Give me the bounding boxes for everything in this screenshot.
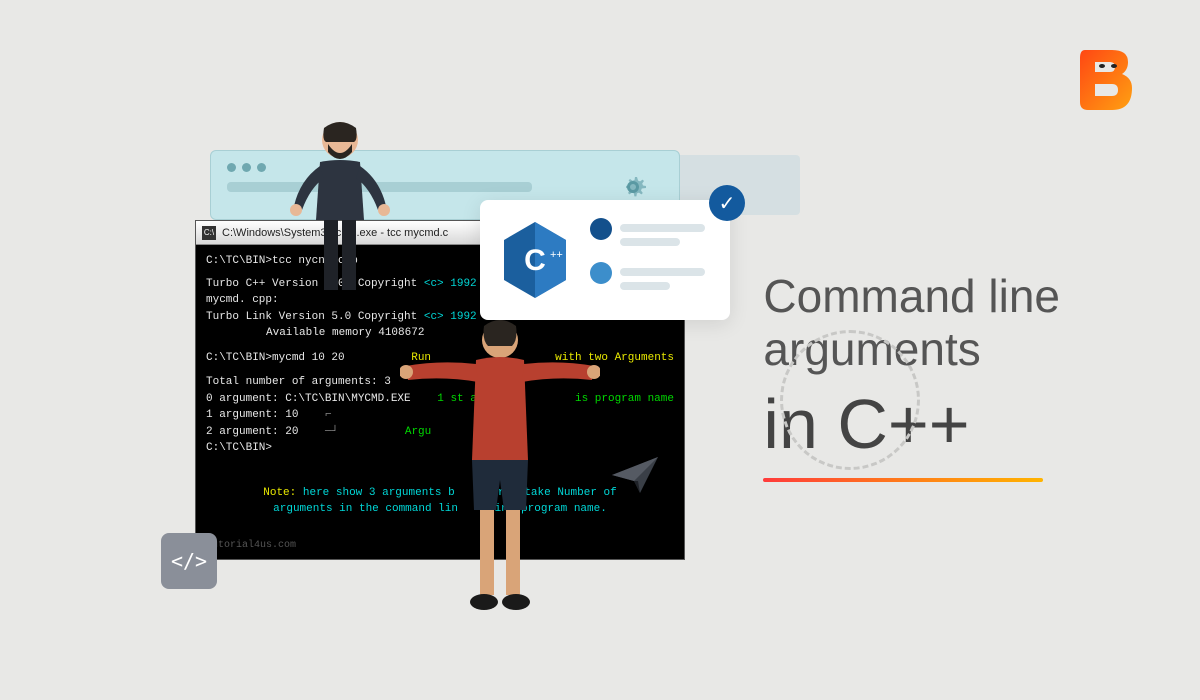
watermark: Tutorial4us.com [206,538,296,553]
term-line: mycmd. cpp: [206,294,279,306]
person-illustration-2 [400,310,600,630]
card-dot [590,262,612,284]
card-line [620,268,705,276]
card-line [620,238,680,246]
decorative-circle [780,330,920,470]
cpp-card: C ++ ✓ [480,200,730,320]
card-dot [590,218,612,240]
paper-plane-icon [610,455,660,495]
code-badge-icon: </> [161,533,217,589]
check-glyph: ✓ [719,191,736,216]
gear-icon [617,171,649,203]
term-note-label: Note: [263,487,296,499]
term-line: C:\TC\BIN> [206,442,272,454]
code-glyph: </> [171,549,207,573]
cmd-icon: C:\ [202,226,216,240]
term-line: Turbo Link Version 5.0 Copyright [206,311,417,323]
window-dot [242,163,251,172]
term-line: 1 argument: 10 [206,409,298,421]
window-dot [227,163,236,172]
window-dot [257,163,266,172]
term-line: Total number of arguments: 3 [206,376,391,388]
svg-text:++: ++ [550,249,563,261]
term-line: 0 argument: C:\TC\BIN\MYCMD.EXE [206,393,411,405]
card-line [620,224,705,232]
term-line: 2 argument: 20 [206,426,298,438]
person-illustration-1 [280,110,400,310]
check-badge-icon: ✓ [709,185,745,221]
brand-logo [1070,40,1140,120]
cpp-logo-icon: C ++ [500,220,570,300]
title-underline [763,478,1043,482]
card-line [620,282,670,290]
svg-text:C: C [524,244,546,277]
term-line: C:\TC\BIN>mycmd 10 20 [206,352,345,364]
title-line-1: Command line [763,270,1060,323]
